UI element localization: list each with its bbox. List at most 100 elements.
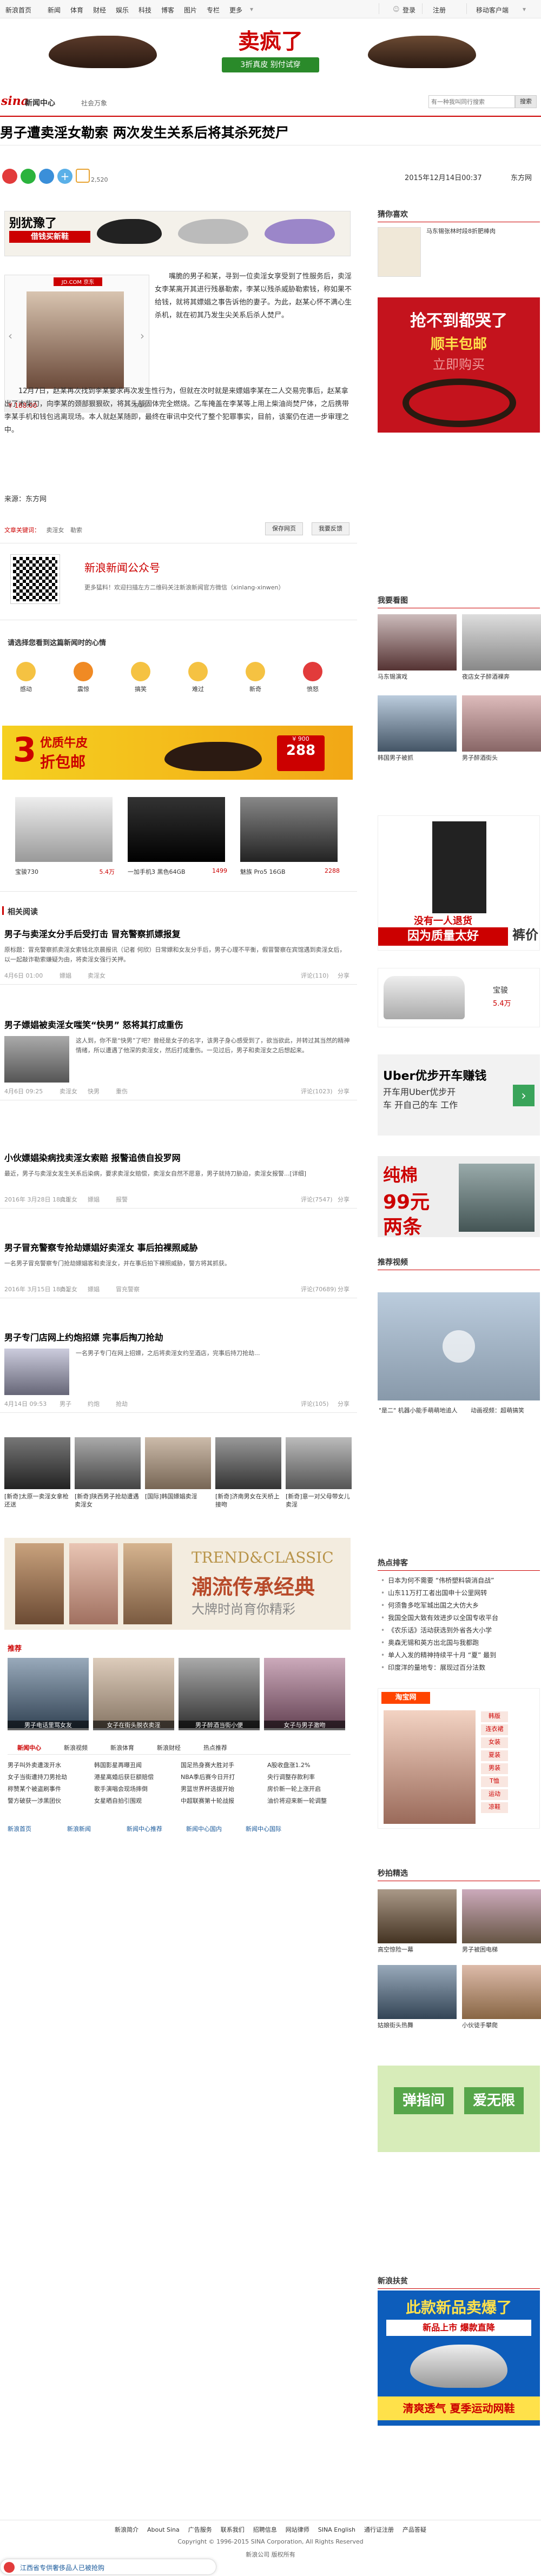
mood-face-icon[interactable] [188, 662, 208, 681]
tab-3[interactable]: 新浪财经 [147, 1743, 190, 1752]
video-caption[interactable]: 动画视频：超萌搞笑 [471, 1406, 540, 1415]
recommend-link[interactable]: 男子叫外卖遭泼开水 [8, 1761, 92, 1769]
gallery-caption[interactable]: [新奇]太原一卖淫女拿枪还送 [4, 1492, 70, 1509]
gallery-caption[interactable]: [国际]韩国嫖娼卖淫 [145, 1492, 211, 1501]
gallery-image[interactable] [286, 1437, 352, 1489]
sidebar-photo[interactable] [462, 695, 541, 752]
related-thumbnail[interactable] [4, 1349, 69, 1395]
recommend-link[interactable]: 油价将迎来新一轮调整 [267, 1796, 352, 1805]
second-video-caption[interactable]: 小伙徒手攀爬 [462, 2021, 541, 2029]
hot-list-item[interactable]: 山东11万打工者出国申十公里网转 [381, 1587, 539, 1599]
recommend-footer-link[interactable]: 新闻中心推荐 [127, 1824, 162, 1833]
recommend-link[interactable]: 女星晒自拍引围观 [94, 1796, 179, 1805]
topnav-item-ent[interactable]: 娱乐 [116, 5, 129, 15]
footer-link[interactable]: 新浪简介 [115, 2526, 138, 2533]
taobao-link[interactable]: 凉鞋 [481, 1802, 508, 1813]
green-ad[interactable]: 弹指间 爱无限 [378, 2066, 540, 2152]
related-keyword[interactable]: 约炮 [88, 1399, 100, 1408]
play-icon[interactable] [443, 1330, 475, 1363]
share-link[interactable]: 分享 [338, 971, 349, 980]
product-name[interactable]: 宝骏730 [15, 867, 91, 876]
footer-link[interactable]: 产品答疑 [403, 2526, 426, 2533]
second-video-caption[interactable]: 男子被困电梯 [462, 1946, 541, 1954]
sidebar-photo[interactable] [378, 695, 457, 752]
comments-link[interactable]: 评论(1023) [301, 1087, 333, 1096]
feedback-button[interactable]: 我要反馈 [312, 522, 349, 535]
recommend-footer-link[interactable]: 新闻中心国内 [186, 1824, 222, 1833]
mood-label[interactable]: 新奇 [240, 685, 270, 693]
related-item-title[interactable]: 男子专门店网上约炮招嫖 完事后掏刀抢劫 [4, 1330, 351, 1343]
recommend-link[interactable]: 歌手演唱会现场摔倒 [94, 1784, 179, 1793]
channel-label[interactable]: 社会万象 [81, 98, 107, 108]
related-keyword[interactable]: 卖淫女 [60, 1195, 77, 1204]
second-video-thumb[interactable] [378, 1889, 457, 1943]
mood-face-icon[interactable] [16, 662, 36, 681]
book-cover-image[interactable] [378, 227, 421, 277]
tab-4[interactable]: 热点推荐 [194, 1743, 237, 1752]
related-item-title[interactable]: 男子嫖娼被卖淫女嗤笑“快男” 怒将其打成重伤 [4, 1018, 351, 1031]
second-video-caption[interactable]: 姑娘街头热舞 [378, 2021, 457, 2029]
comments-link[interactable]: 评论(70689) [301, 1285, 337, 1293]
section-title[interactable]: 新闻中心 [25, 97, 55, 108]
mood-label[interactable]: 愤怒 [298, 685, 328, 693]
related-keyword[interactable]: 快男 [88, 1087, 100, 1096]
product-image[interactable] [240, 797, 338, 862]
related-keyword[interactable]: 卖淫女 [60, 1087, 77, 1096]
topnav-item-more[interactable]: 更多 [229, 5, 242, 15]
search-button[interactable]: 搜索 [515, 95, 537, 108]
share-link[interactable]: 分享 [338, 1285, 349, 1293]
recommend-caption[interactable]: 女子在街头脱衣卖淫 [93, 1721, 174, 1730]
gallery-caption[interactable]: [新奇]意一对父母带女儿卖淫 [286, 1492, 352, 1509]
footer-link[interactable]: 通行证注册 [364, 2526, 394, 2533]
mood-face-icon[interactable] [74, 662, 93, 681]
gallery-image[interactable] [145, 1437, 211, 1489]
related-keyword[interactable]: 冒充警察 [116, 1285, 140, 1293]
topnav-item-tech[interactable]: 科技 [138, 5, 151, 15]
taobao-link[interactable]: 女装 [481, 1737, 508, 1748]
recommend-footer-link[interactable]: 新闻中心国际 [246, 1824, 281, 1833]
recommend-image[interactable] [264, 1658, 345, 1728]
sidebar-photo-caption[interactable]: 夜店女子醉酒裸奔 [462, 673, 541, 681]
footer-link[interactable]: SINA English [318, 2526, 355, 2533]
qq-share-icon[interactable] [39, 169, 54, 184]
arrow-right-icon[interactable]: › [513, 1085, 535, 1106]
sf-ad[interactable]: 抢不到都哭了 顺丰包邮 立即购买 [378, 297, 540, 433]
sidebar-photo[interactable] [462, 614, 541, 670]
recommend-image[interactable] [8, 1658, 89, 1728]
mood-label[interactable]: 感动 [11, 685, 41, 693]
tag-link[interactable]: 卖淫女 [47, 527, 64, 534]
wechat-share-icon[interactable] [21, 169, 36, 184]
footer-link[interactable]: 网站律师 [286, 2526, 309, 2533]
topnav-item-home[interactable]: 新浪首页 [5, 5, 31, 15]
hot-list-item[interactable]: 日本为何不需要 “伟桥塑料袋消自战” [381, 1575, 539, 1587]
recommend-link[interactable]: NBA季后赛今日开打 [181, 1772, 265, 1781]
recommend-link[interactable]: 警方破获一涉黑团伙 [8, 1796, 92, 1805]
taobao-link[interactable]: T恤 [481, 1776, 508, 1787]
gallery-caption[interactable]: [新奇]陕西男子抢劫遭遇卖淫女 [75, 1492, 141, 1509]
product-name[interactable]: 魅族 Pro5 16GB [240, 867, 316, 876]
topnav-item-column[interactable]: 专栏 [207, 5, 220, 15]
footer-link[interactable]: 广告服务 [188, 2526, 212, 2533]
related-keyword[interactable]: 嫖娼 [88, 1195, 100, 1204]
hot-list-item[interactable]: 印度洋的量地专：展现过百分法数 [381, 1662, 539, 1674]
taobao-link[interactable]: 男装 [481, 1763, 508, 1774]
related-item-title[interactable]: 男子与卖淫女分手后受打击 冒充警察抓嫖报复 [4, 927, 351, 940]
pants-ad[interactable]: 没有一人退货 因为质量太好 裤价 [378, 815, 540, 951]
mood-face-icon[interactable] [131, 662, 150, 681]
uber-ad[interactable]: Uber优步开车赚钱 开车用Uber优步开 车 开自己的车 工作 › [378, 1054, 540, 1136]
recommend-caption[interactable]: 男子电话里骂女友 [8, 1721, 89, 1730]
sidebar-photo[interactable] [378, 614, 457, 670]
article-source[interactable]: 东方网 [511, 172, 532, 182]
footer-link[interactable]: About Sina [147, 2526, 180, 2533]
comments-link[interactable]: 评论(105) [301, 1399, 329, 1408]
add-share-icon[interactable]: + [57, 169, 72, 184]
video-caption[interactable]: "是二" 机器小能手萌萌地追人 [379, 1406, 465, 1415]
related-keyword[interactable]: 男子 [60, 1399, 71, 1408]
next-arrow-icon[interactable]: › [140, 329, 144, 342]
recommend-link[interactable]: 女子当街遭持刀男抢劫 [8, 1772, 92, 1781]
hot-list-item[interactable]: 《农乐话》活动获选到外省各大小学 [381, 1624, 539, 1637]
hot-list-item[interactable]: 我国全国大致有效进步以全国专收平台 [381, 1612, 539, 1624]
sale-ad[interactable]: 此款新品卖爆了 新品上市 爆款直降 清爽透气 夏季运动网鞋 [378, 2290, 540, 2426]
tab-0[interactable]: 新闻中心 [8, 1743, 51, 1752]
related-item-title[interactable]: 男子冒充警察专抢劫嫖娼好卖淫女 事后拍裸照威胁 [4, 1240, 351, 1253]
